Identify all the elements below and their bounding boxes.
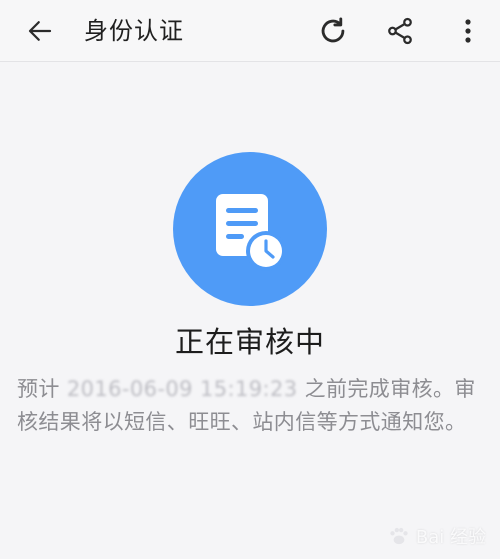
estimated-time: 2016-06-09 15:19:23 — [66, 377, 298, 401]
status-icon-circle — [173, 152, 327, 306]
document-clock-icon — [216, 194, 286, 271]
description-prefix: 预计 — [17, 377, 67, 401]
paw-icon — [390, 527, 408, 545]
refresh-button[interactable] — [313, 11, 353, 51]
more-options-button[interactable] — [448, 11, 488, 51]
share-icon — [388, 17, 412, 45]
back-button[interactable] — [20, 11, 60, 51]
page-title: 身份认证 — [84, 17, 184, 45]
top-toolbar: 身份认证 — [0, 0, 500, 62]
arrow-left-icon — [28, 21, 52, 41]
refresh-icon — [321, 17, 345, 43]
status-title: 正在审核中 — [174, 325, 325, 359]
watermark: Bai 经验 — [386, 523, 486, 549]
watermark-text: Bai 经验 — [415, 527, 486, 548]
more-vertical-icon — [465, 19, 471, 43]
status-description: 预计 2016-06-09 15:19:23 之前完成审核。审核结果将以短信、旺… — [17, 373, 483, 439]
share-button[interactable] — [380, 11, 420, 51]
